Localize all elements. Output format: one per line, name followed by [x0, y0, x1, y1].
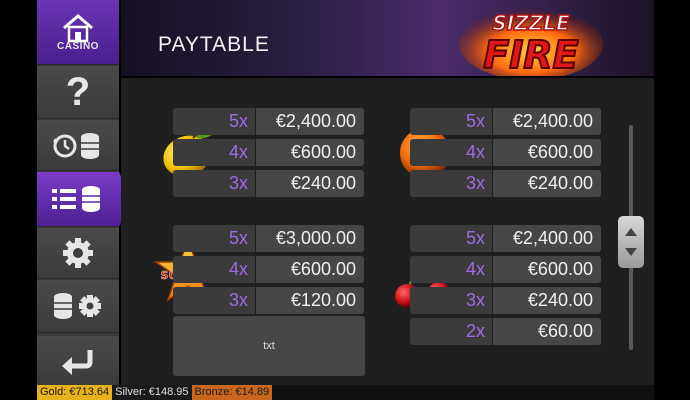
payout-row: 5x €2,400.00 — [173, 108, 364, 135]
payout-row: 3x €240.00 — [410, 170, 601, 197]
payout-row: 3x €240.00 — [173, 170, 364, 197]
settings-button[interactable] — [37, 228, 119, 279]
logo-text-top: SIZZLE — [492, 11, 570, 35]
payout-row: 4x €600.00 — [173, 139, 364, 166]
bronze-jackpot: Bronze: €14.89 — [191, 385, 273, 400]
help-button[interactable]: ? — [37, 66, 119, 119]
paytable-button[interactable] — [37, 172, 131, 227]
casino-button[interactable]: CASINO — [37, 0, 119, 65]
payout-row: 5x €2,400.00 — [410, 225, 601, 252]
payout-row: 4x €600.00 — [410, 139, 601, 166]
payout-row: 3x €120.00 — [173, 287, 364, 314]
bet-settings-button[interactable] — [37, 280, 119, 333]
payout-row: 4x €600.00 — [173, 256, 364, 283]
back-arrow-icon — [62, 349, 93, 375]
header: PAYTABLE SIZZLE FIRE — [121, 0, 654, 76]
gear-icon — [63, 238, 93, 268]
logo-text-bottom: FIRE — [483, 33, 578, 76]
payout-row: 4x €600.00 — [410, 256, 601, 283]
back-button[interactable] — [37, 336, 119, 385]
page-title: PAYTABLE — [158, 33, 270, 56]
scrollbar-thumb[interactable] — [618, 216, 644, 268]
silver-jackpot: Silver: €148.95 — [112, 385, 192, 400]
scatter-description-box: txt — [173, 316, 365, 376]
home-icon — [63, 13, 93, 42]
paytable-list-chips-icon — [52, 186, 100, 212]
sizzle-fire-logo: SIZZLE FIRE — [459, 8, 603, 76]
jackpot-bar: Gold: €713.64 Silver: €148.95 Bronze: €1… — [37, 385, 654, 400]
casino-label: CASINO — [57, 40, 99, 52]
history-chips-icon — [53, 133, 99, 159]
arrow-down-icon — [625, 248, 637, 256]
arrow-up-icon — [625, 228, 637, 236]
history-button[interactable] — [37, 120, 119, 171]
question-mark-icon: ? — [65, 70, 91, 114]
payout-row: 3x €240.00 — [410, 287, 601, 314]
payout-row: 5x €2,400.00 — [410, 108, 601, 135]
chips-gear-icon — [54, 293, 101, 319]
payout-row: 2x €60.00 — [410, 318, 601, 345]
paytable-panel: 5x €2,400.00 4x €600.00 3x €240.00 5x €2,400… — [121, 78, 654, 385]
sidebar: CASINO ? — [37, 0, 131, 385]
gold-jackpot: Gold: €713.64 — [37, 385, 113, 400]
payout-row: 5x €3,000.00 — [173, 225, 364, 252]
